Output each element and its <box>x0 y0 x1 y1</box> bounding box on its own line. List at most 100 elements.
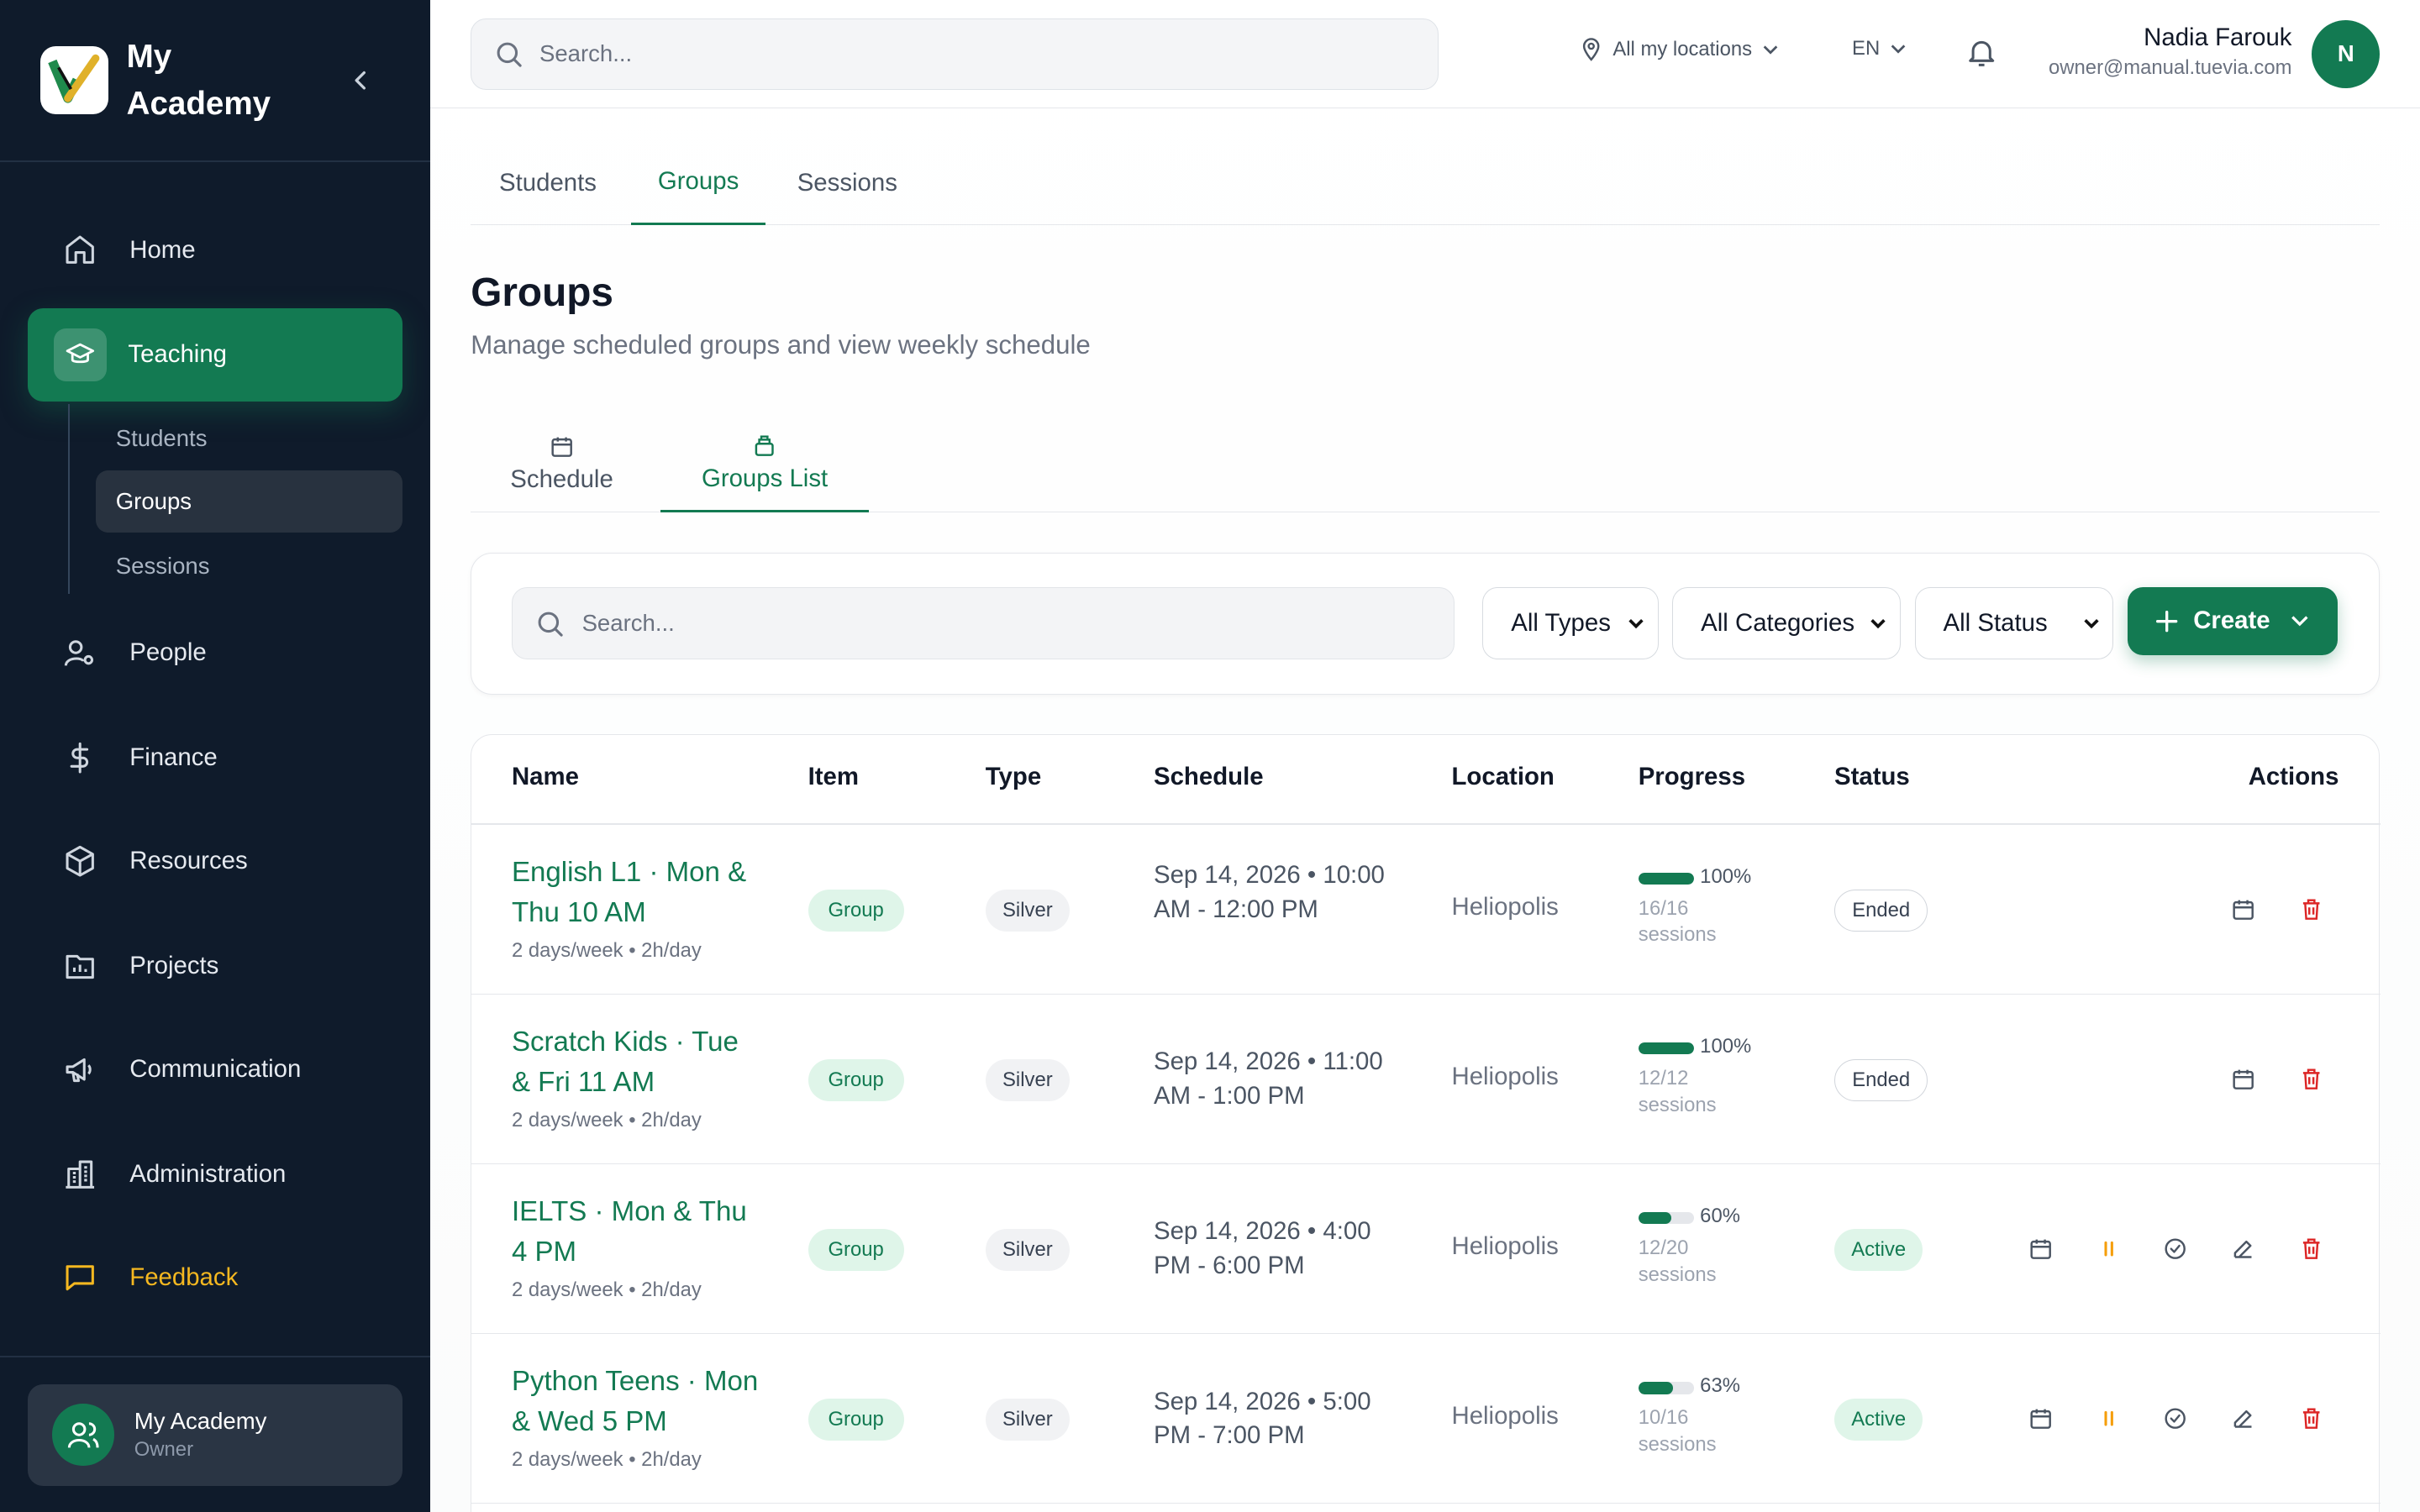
pause-button[interactable] <box>2094 1234 2125 1265</box>
topbar: Search... All my locations EN Nadia Faro… <box>430 0 2420 108</box>
table-row[interactable]: Scratch Kids · Tue & Fri 11 AM 2 days/wee… <box>471 995 2381 1164</box>
pause-icon <box>2104 1411 2114 1426</box>
groups-search-input[interactable]: Search... <box>511 586 1455 660</box>
building-icon <box>61 1156 98 1193</box>
subnav-students[interactable]: Students <box>96 407 403 469</box>
nav-label: Administration <box>129 1159 287 1188</box>
chevron-down-icon <box>1891 45 1906 54</box>
edit-button[interactable] <box>2228 1234 2259 1265</box>
delete-button[interactable] <box>2296 1063 2327 1095</box>
table-row[interactable]: IELTS · Mon & Thu 4 PM 2 days/week • 2h/d… <box>471 1164 2381 1334</box>
tab-groups-list[interactable]: Groups List <box>660 417 870 512</box>
nav-finance[interactable]: Finance <box>28 711 402 804</box>
layers-icon <box>755 435 775 456</box>
category-filter-select[interactable]: All Categories <box>1672 586 1901 660</box>
edit-icon <box>2233 1410 2252 1428</box>
create-button[interactable]: Create <box>2127 586 2338 655</box>
global-search-input[interactable]: Search... <box>471 18 1439 90</box>
collapse-sidebar-button[interactable] <box>343 61 380 98</box>
column-header[interactable]: Item <box>808 763 859 791</box>
nav-home[interactable]: Home <box>28 203 402 296</box>
table-row[interactable]: English L1 · Mon & Thu 10 AM 2 days/week … <box>471 825 2381 995</box>
tab-sessions[interactable]: Sessions <box>773 146 921 225</box>
delete-button[interactable] <box>2296 1404 2327 1435</box>
progress-bar <box>1638 1211 1694 1225</box>
sessions-count: 10/16 sessions <box>1638 1406 1717 1456</box>
group-name-link[interactable]: IELTS · Mon & Thu 4 PM <box>512 1192 759 1273</box>
nav-label: Feedback <box>129 1263 239 1291</box>
search-icon <box>497 42 522 67</box>
delete-button[interactable] <box>2296 894 2327 925</box>
column-header[interactable]: Type <box>986 763 1041 791</box>
chevron-down-icon <box>1763 45 1778 55</box>
column-header[interactable]: Name <box>512 763 579 791</box>
progress-fill <box>1638 872 1694 885</box>
tab-groups[interactable]: Groups <box>631 146 765 226</box>
view-tabs: Schedule Groups List <box>471 417 2381 512</box>
nav-label: Home <box>129 235 196 264</box>
dollar-icon <box>61 739 98 776</box>
nav-label: Resources <box>129 846 248 874</box>
account-role: Owner <box>134 1437 194 1461</box>
delete-button[interactable] <box>2296 1234 2327 1265</box>
tab-students[interactable]: Students <box>471 146 625 225</box>
pause-button[interactable] <box>2094 1404 2125 1435</box>
column-header: Actions <box>2248 763 2339 791</box>
edit-button[interactable] <box>2228 1404 2259 1435</box>
create-label: Create <box>2193 606 2270 635</box>
nav-administration[interactable]: Administration <box>28 1128 402 1221</box>
status-badge: Active <box>1833 1229 1923 1271</box>
complete-button[interactable] <box>2160 1234 2191 1265</box>
progress-fill <box>1638 1381 1674 1394</box>
subnav-groups[interactable]: Groups <box>95 470 403 533</box>
calendar-button[interactable] <box>2026 1404 2057 1435</box>
chevron-left-icon <box>355 71 366 90</box>
calendar-icon <box>2233 900 2254 921</box>
language-label: EN <box>1852 37 1881 60</box>
nav-teaching[interactable]: Teaching <box>28 308 403 402</box>
user-info[interactable]: Nadia Farouk owner@manual.tuevia.com <box>2049 24 2291 81</box>
search-placeholder: Search... <box>581 610 675 637</box>
complete-button[interactable] <box>2160 1404 2191 1435</box>
calendar-button[interactable] <box>2228 894 2259 925</box>
sessions-count: 12/20 sessions <box>1638 1236 1717 1286</box>
location-selector[interactable]: All my locations <box>1579 37 1780 61</box>
user-email: owner@manual.tuevia.com <box>2049 56 2292 80</box>
status-badge: Ended <box>1833 889 1928 932</box>
column-header[interactable]: Schedule <box>1154 763 1264 791</box>
calendar-icon <box>2030 1239 2052 1260</box>
group-name-link[interactable]: Scratch Kids · Tue & Fri 11 AM <box>512 1022 759 1103</box>
nav-feedback[interactable]: Feedback <box>28 1231 402 1324</box>
status-filter-select[interactable]: All Status <box>1914 586 2114 660</box>
brand[interactable]: My Academy <box>39 34 297 126</box>
progress-percent: 60% <box>1700 1204 1740 1227</box>
calendar-icon <box>2233 1069 2254 1090</box>
group-name-link[interactable]: Python Teens · Mon & Wed 5 PM <box>512 1362 759 1442</box>
edit-icon <box>2233 1241 2252 1258</box>
sidebar-divider <box>0 1356 431 1358</box>
nav-people[interactable]: People <box>28 606 402 699</box>
calendar-button[interactable] <box>2228 1063 2259 1095</box>
sessions-count: 12/12 sessions <box>1638 1067 1717 1116</box>
progress-bar <box>1638 1042 1694 1055</box>
type-filter-select[interactable]: All Types <box>1482 586 1659 660</box>
nav-projects[interactable]: Projects <box>28 920 402 1012</box>
column-header[interactable]: Location <box>1451 763 1554 791</box>
chevron-down-icon <box>2084 619 2099 629</box>
account-switcher[interactable]: My Academy Owner <box>28 1383 403 1486</box>
location-text: Heliopolis <box>1451 1231 1559 1260</box>
subnav-sessions[interactable]: Sessions <box>96 535 403 596</box>
notifications-button[interactable] <box>1965 35 1998 69</box>
tab-schedule[interactable]: Schedule <box>471 417 653 512</box>
schedule-text: Sep 14, 2026 • 5:00 PM - 7:00 PM <box>1154 1387 1371 1449</box>
nav-resources[interactable]: Resources <box>28 815 402 907</box>
calendar-button[interactable] <box>2026 1234 2057 1265</box>
group-name-link[interactable]: English L1 · Mon & Thu 10 AM <box>512 853 759 933</box>
nav-communication[interactable]: Communication <box>28 1023 402 1116</box>
user-avatar[interactable]: N <box>2312 19 2381 88</box>
language-selector[interactable]: EN <box>1852 37 1907 60</box>
table-row[interactable]: Python Teens · Mon & Wed 5 PM 2 days/week… <box>471 1334 2381 1504</box>
column-header[interactable]: Progress <box>1639 763 1745 791</box>
users-icon <box>52 1404 114 1466</box>
column-header[interactable]: Status <box>1834 763 1910 791</box>
